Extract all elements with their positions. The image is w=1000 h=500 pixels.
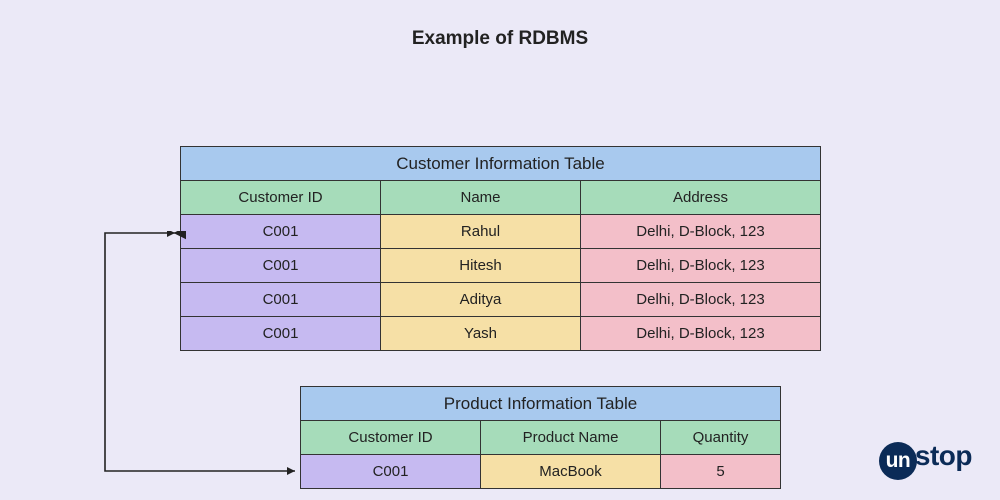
cell-customer-name: Rahul — [381, 215, 581, 249]
table-row: C001 Hitesh Delhi, D-Block, 123 — [181, 249, 821, 283]
customer-information-table: Customer Information Table Customer ID N… — [180, 146, 821, 351]
cell-customer-id: C001 — [181, 317, 381, 351]
logo-suffix: stop — [915, 440, 972, 471]
cell-customer-addr: Delhi, D-Block, 123 — [581, 215, 821, 249]
cell-customer-id: C001 — [181, 215, 381, 249]
table-row: C001 Aditya Delhi, D-Block, 123 — [181, 283, 821, 317]
cell-customer-id: C001 — [181, 249, 381, 283]
logo-prefix: un — [879, 442, 917, 480]
cell-customer-addr: Delhi, D-Block, 123 — [581, 317, 821, 351]
customer-table-caption: Customer Information Table — [181, 147, 821, 181]
table-row: C001 MacBook 5 — [301, 455, 781, 489]
cell-product-name: MacBook — [481, 455, 661, 489]
product-header-name: Product Name — [481, 421, 661, 455]
unstop-logo: unstop — [879, 440, 972, 478]
cell-customer-addr: Delhi, D-Block, 123 — [581, 249, 821, 283]
customer-header-addr: Address — [581, 181, 821, 215]
cell-customer-addr: Delhi, D-Block, 123 — [581, 283, 821, 317]
customer-header-name: Name — [381, 181, 581, 215]
table-row: C001 Yash Delhi, D-Block, 123 — [181, 317, 821, 351]
diagram-title: Example of RDBMS — [0, 0, 1000, 68]
customer-header-id: Customer ID — [181, 181, 381, 215]
product-information-table: Product Information Table Customer ID Pr… — [300, 386, 781, 489]
product-header-id: Customer ID — [301, 421, 481, 455]
cell-customer-name: Aditya — [381, 283, 581, 317]
cell-customer-name: Yash — [381, 317, 581, 351]
product-table-caption: Product Information Table — [301, 387, 781, 421]
cell-customer-id: C001 — [181, 283, 381, 317]
cell-product-qty: 5 — [661, 455, 781, 489]
table-row: C001 Rahul Delhi, D-Block, 123 — [181, 215, 821, 249]
product-header-qty: Quantity — [661, 421, 781, 455]
cell-product-customer-id: C001 — [301, 455, 481, 489]
cell-customer-name: Hitesh — [381, 249, 581, 283]
